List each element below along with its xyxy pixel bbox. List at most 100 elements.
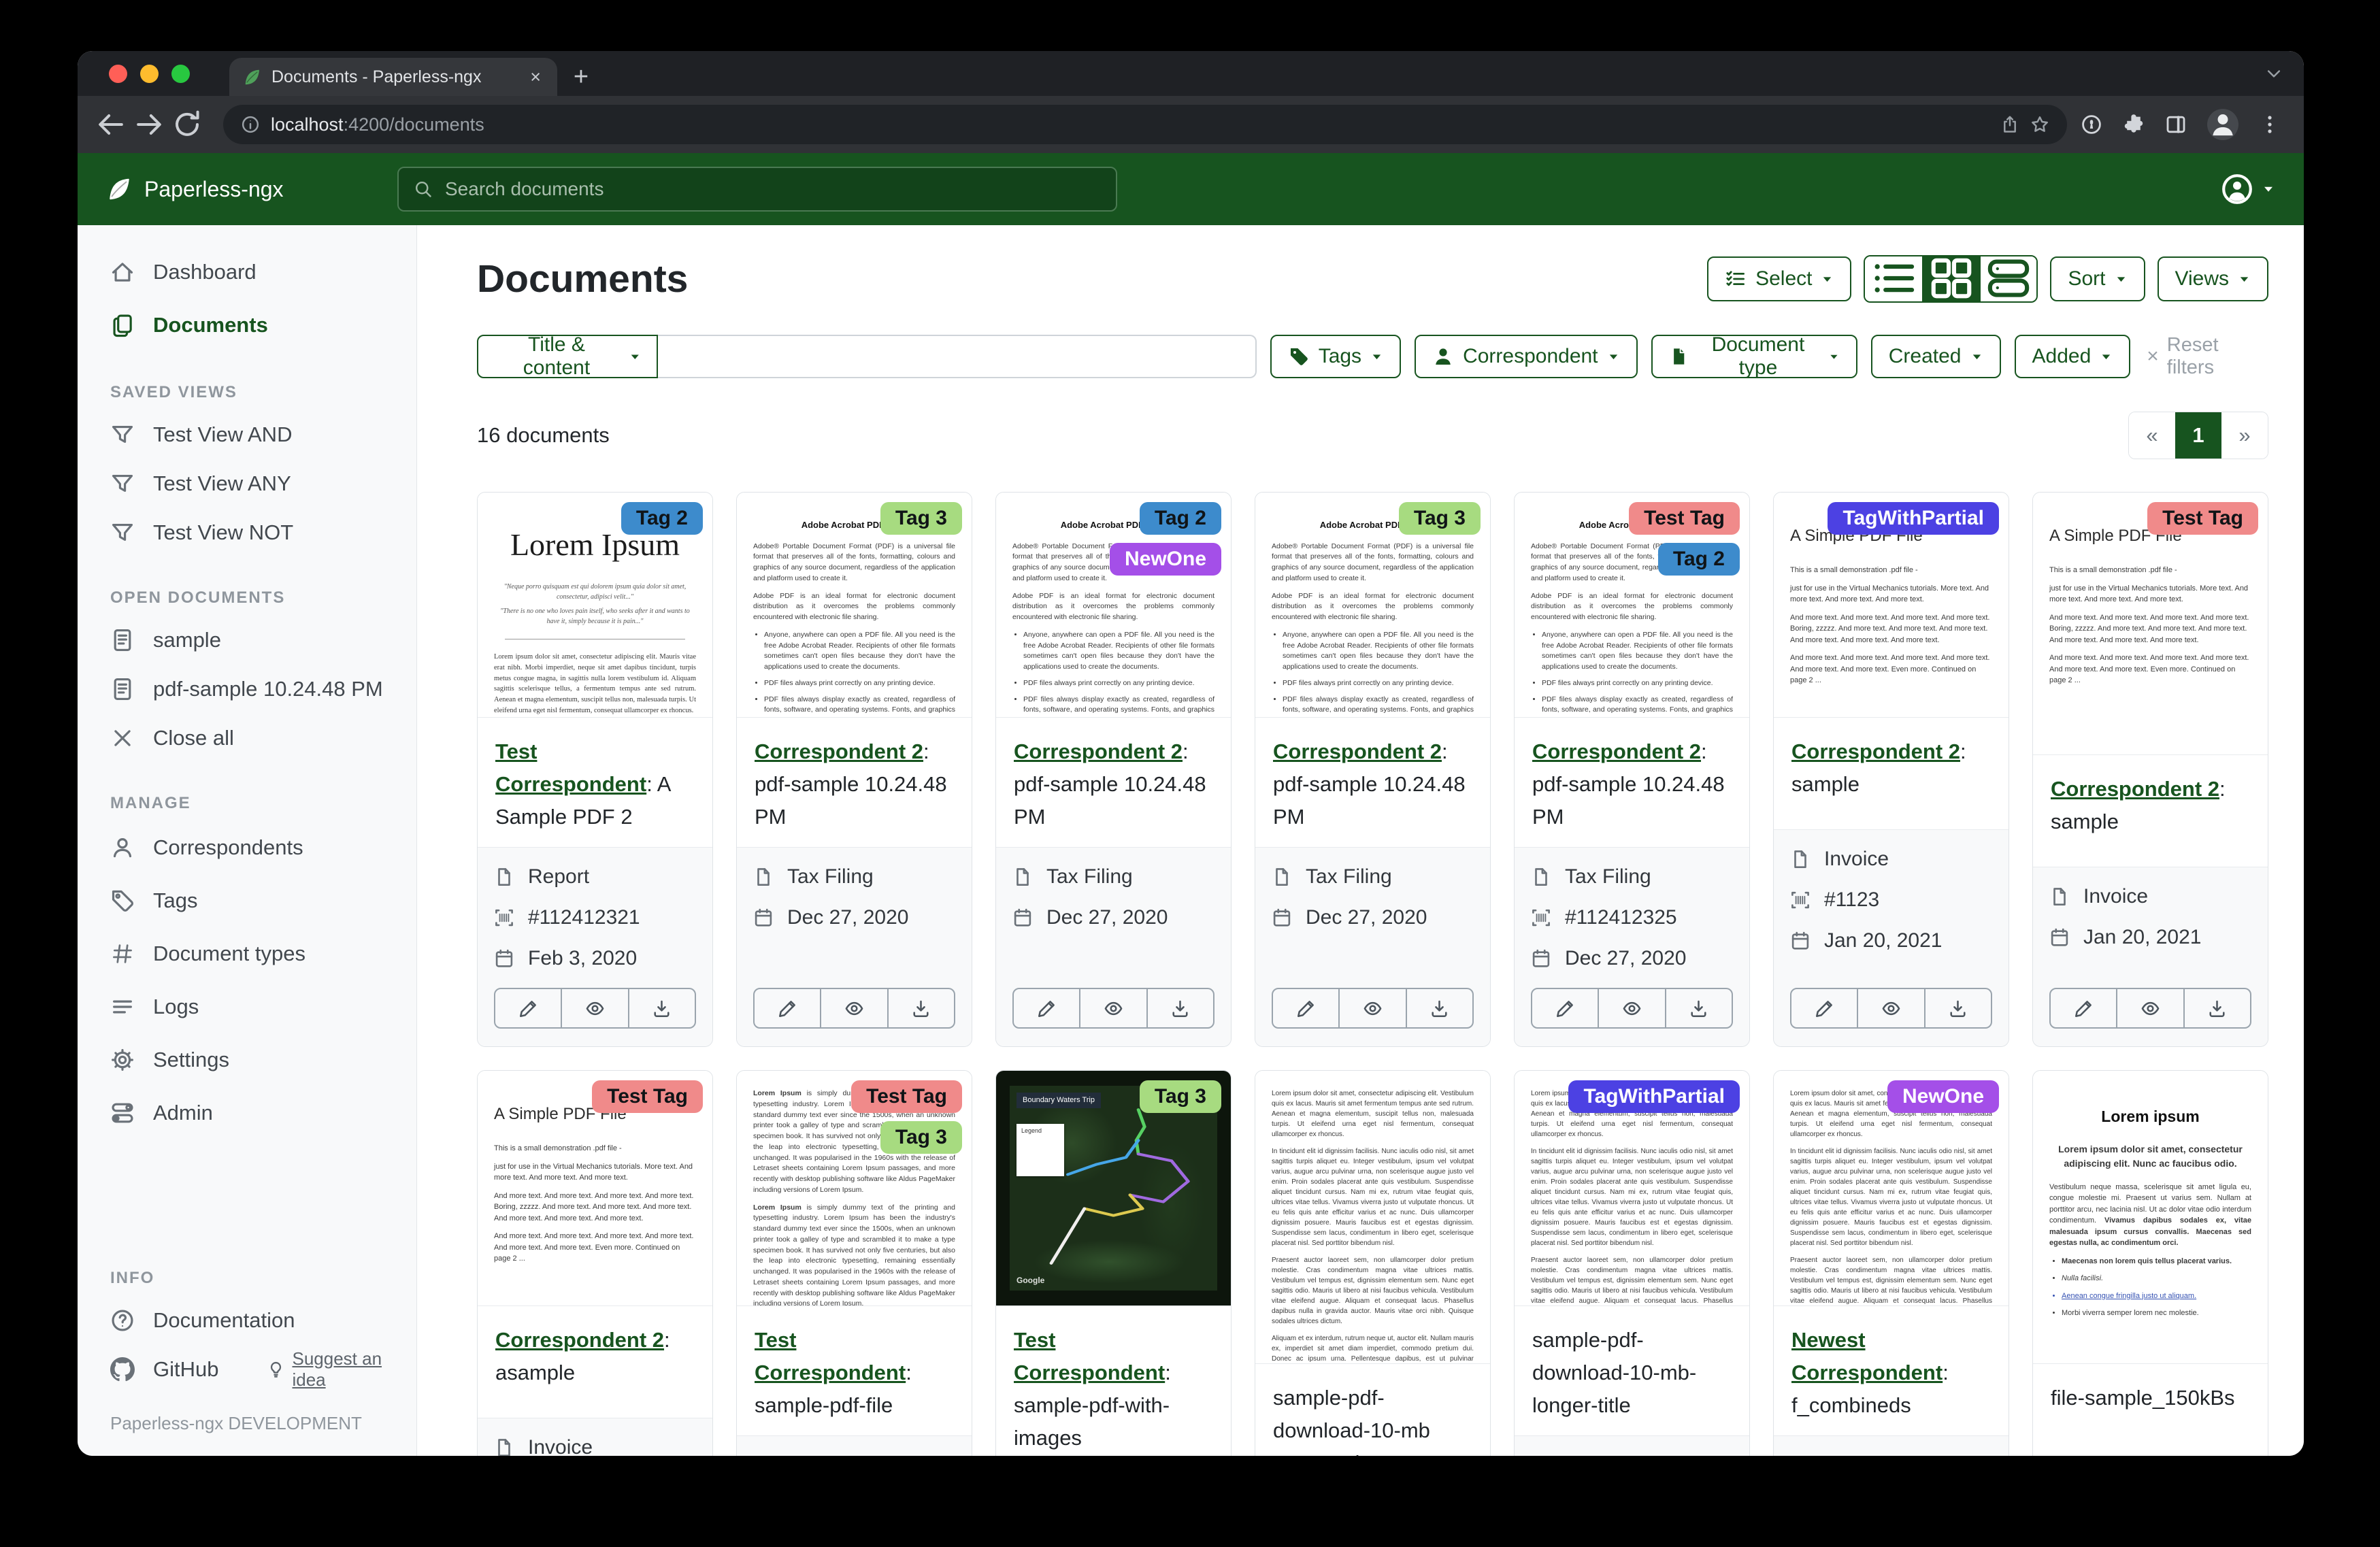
sidebar-item[interactable]: Documents (78, 299, 416, 352)
download-button[interactable] (1146, 989, 1213, 1027)
filter-text-input[interactable] (658, 335, 1257, 378)
tag-badge[interactable]: TagWithPartial (1828, 502, 1999, 535)
password-manager-icon[interactable] (2081, 114, 2102, 135)
suggest-idea-link[interactable]: Suggest an idea (267, 1348, 416, 1391)
back-button[interactable] (95, 109, 127, 140)
manage-item[interactable]: Tags (78, 874, 416, 927)
view-button[interactable] (2116, 989, 2183, 1027)
edit-button[interactable] (1532, 989, 1598, 1027)
view-button[interactable] (1079, 989, 1146, 1027)
document-card[interactable]: Lorem Ipsum is simply dummy text of the … (736, 1070, 972, 1456)
tag-badge[interactable]: Tag 2 (621, 502, 703, 535)
document-card[interactable]: Boundary Waters TripLegendGoogleTag 3Tes… (995, 1070, 1232, 1456)
saved-view-item[interactable]: Test View NOT (78, 508, 416, 557)
view-button[interactable] (820, 989, 887, 1027)
browser-profile-avatar[interactable] (2207, 109, 2238, 140)
tag-badge[interactable]: Tag 2 (1658, 543, 1740, 576)
correspondent-link[interactable]: Correspondent 2 (1791, 739, 1960, 763)
tag-badge[interactable]: Test Tag (851, 1080, 962, 1113)
view-button[interactable] (1857, 989, 1923, 1027)
share-icon[interactable] (2000, 115, 2019, 134)
view-button[interactable] (1338, 989, 1405, 1027)
views-dropdown-button[interactable]: Views (2158, 256, 2268, 301)
zoom-window-button[interactable] (171, 65, 190, 83)
detail-view-button[interactable] (1979, 256, 2036, 301)
tag-badge[interactable]: Tag 3 (1140, 1080, 1221, 1113)
address-bar[interactable]: localhost:4200/documents (223, 105, 2067, 144)
correspondent-link[interactable]: Correspondent 2 (755, 739, 923, 763)
tag-badge[interactable]: TagWithPartial (1568, 1080, 1740, 1113)
manage-item[interactable]: Document types (78, 927, 416, 980)
filter-dropdown-button[interactable]: Correspondent (1415, 335, 1637, 378)
document-card[interactable]: Lorem ipsum dolor sit amet, consectetur … (1255, 1070, 1491, 1456)
edit-button[interactable] (1014, 989, 1079, 1027)
download-button[interactable] (1924, 989, 1991, 1027)
sort-dropdown-button[interactable]: Sort (2050, 256, 2145, 301)
filter-dropdown-button[interactable]: Created (1871, 335, 2001, 378)
tab-search-chevron-icon[interactable] (2264, 64, 2283, 83)
sidebar-item[interactable]: Dashboard (78, 246, 416, 299)
documentation-link[interactable]: Documentation (78, 1296, 416, 1345)
tag-badge[interactable]: Test Tag (1629, 502, 1740, 535)
edit-button[interactable] (1273, 989, 1338, 1027)
reload-button[interactable] (171, 109, 203, 140)
github-label[interactable]: GitHub (153, 1357, 218, 1382)
tag-badge[interactable]: Test Tag (2147, 502, 2258, 535)
forward-button[interactable] (133, 109, 165, 140)
correspondent-link[interactable]: Correspondent 2 (1532, 739, 1701, 763)
correspondent-link[interactable]: Test Correspondent (755, 1328, 906, 1384)
tab-close-icon[interactable]: × (527, 67, 544, 88)
grid-view-button[interactable] (1922, 256, 1979, 301)
manage-item[interactable]: Admin (78, 1086, 416, 1140)
correspondent-link[interactable]: Correspondent 2 (495, 1328, 664, 1352)
view-button[interactable] (1598, 989, 1664, 1027)
document-card[interactable]: A Simple PDF FileThis is a small demonst… (477, 1070, 713, 1456)
document-card[interactable]: A Simple PDF FileThis is a small demonst… (1773, 492, 2009, 1047)
correspondent-link[interactable]: Newest Correspondent (1791, 1328, 1943, 1384)
next-page-button[interactable]: » (2221, 412, 2268, 459)
open-document-item[interactable]: Close all (78, 714, 416, 763)
reset-filters-button[interactable]: × Reset filters (2147, 334, 2268, 379)
download-button[interactable] (2183, 989, 2250, 1027)
document-card[interactable]: Adobe Acrobat PDF FilesAdobe® Portable D… (1255, 492, 1491, 1047)
edit-button[interactable] (2051, 989, 2116, 1027)
tag-badge[interactable]: NewOne (1887, 1080, 1999, 1113)
open-document-item[interactable]: pdf-sample 10.24.48 PM (78, 665, 416, 714)
tag-badge[interactable]: Tag 2 (1140, 502, 1221, 535)
app-brand[interactable]: Paperless-ngx (106, 176, 397, 202)
document-card[interactable]: Adobe Acrobat PDF FilesAdobe® Portable D… (1514, 492, 1750, 1047)
document-card[interactable]: Lorem ipsumLorem ipsum dolor sit amet, c… (2032, 1070, 2268, 1456)
tag-badge[interactable]: NewOne (1110, 543, 1221, 576)
new-tab-button[interactable]: + (557, 58, 605, 96)
correspondent-link[interactable]: Test Correspondent (1014, 1328, 1165, 1384)
document-card[interactable]: Lorem ipsum dolor sit amet, consectetur … (1514, 1070, 1750, 1456)
site-info-icon[interactable] (241, 115, 260, 134)
search-input[interactable] (444, 178, 1101, 201)
minimize-window-button[interactable] (140, 65, 159, 83)
download-button[interactable] (628, 989, 695, 1027)
tag-badge[interactable]: Tag 3 (1399, 502, 1481, 535)
document-card[interactable]: Adobe Acrobat PDF FilesAdobe® Portable D… (995, 492, 1232, 1047)
browser-menu-kebab-icon[interactable] (2259, 114, 2281, 135)
tag-badge[interactable]: Test Tag (592, 1080, 703, 1113)
edit-button[interactable] (1791, 989, 1857, 1027)
view-button[interactable] (561, 989, 627, 1027)
global-search[interactable] (397, 167, 1117, 212)
correspondent-link[interactable]: Correspondent 2 (1014, 739, 1183, 763)
document-card[interactable]: Lorem ipsum dolor sit amet, consectetur … (1773, 1070, 2009, 1456)
manage-item[interactable]: Settings (78, 1033, 416, 1086)
correspondent-link[interactable]: Correspondent 2 (1273, 739, 1442, 763)
correspondent-link[interactable]: Correspondent 2 (2051, 777, 2219, 801)
list-view-button[interactable] (1865, 256, 1922, 301)
manage-item[interactable]: Correspondents (78, 821, 416, 874)
side-panel-icon[interactable] (2165, 114, 2187, 135)
saved-view-item[interactable]: Test View ANY (78, 459, 416, 508)
download-button[interactable] (1665, 989, 1732, 1027)
extensions-puzzle-icon[interactable] (2123, 114, 2145, 135)
document-card[interactable]: Lorem Ipsum"Neque porro quisquam est qui… (477, 492, 713, 1047)
bookmark-star-icon[interactable] (2030, 115, 2049, 134)
filter-dropdown-button[interactable]: Added (2015, 335, 2131, 378)
saved-view-item[interactable]: Test View AND (78, 410, 416, 459)
document-thumbnail[interactable]: Lorem ipsumLorem ipsum dolor sit amet, c… (2033, 1071, 2268, 1364)
correspondent-link[interactable]: Test Correspondent (495, 739, 646, 796)
